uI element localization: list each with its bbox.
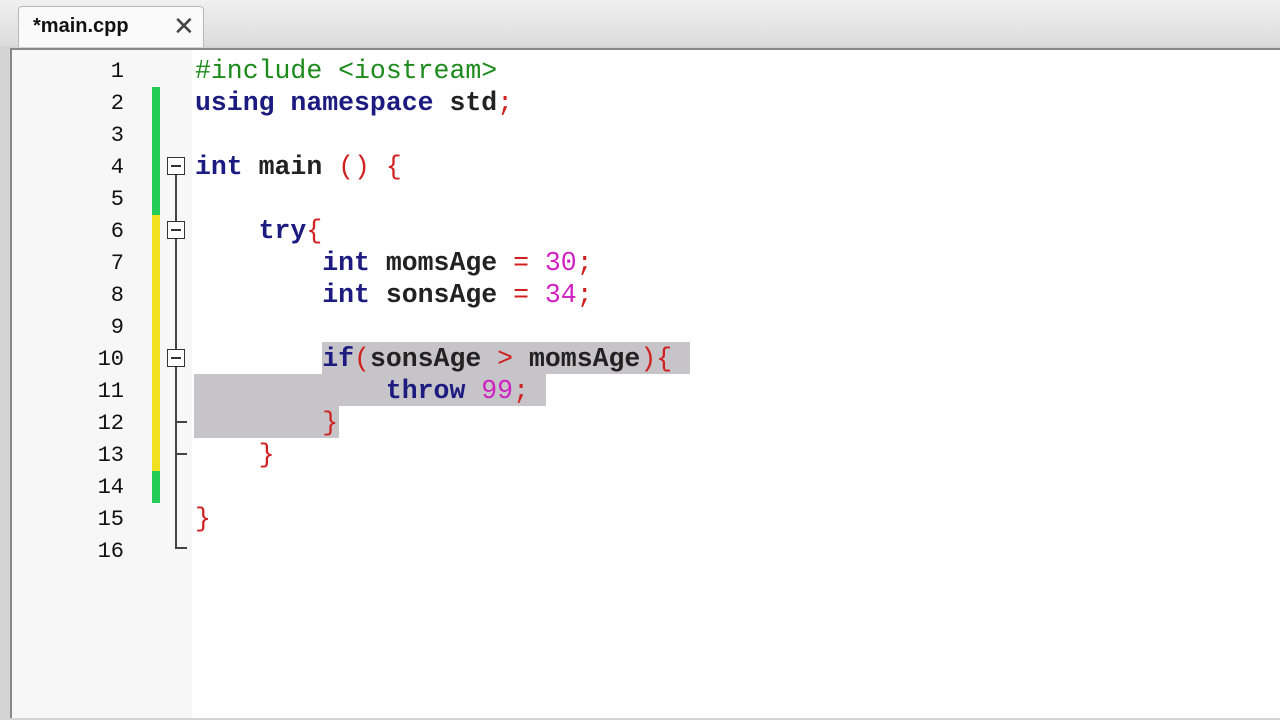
line-number: 16 [97, 539, 124, 564]
fold-toggle-icon[interactable] [167, 349, 185, 367]
code-token: #include <iostream> [195, 56, 498, 86]
code-token: ; [576, 248, 593, 278]
line-number: 9 [110, 315, 124, 340]
code-token: = [513, 248, 545, 278]
tab-bar: *main.cpp ✕ [0, 0, 1280, 47]
code-token: momsAge [528, 344, 641, 374]
line-number: 1 [110, 59, 124, 84]
code-token: ){ [640, 344, 673, 374]
line-number: 13 [97, 443, 124, 468]
tab-main-cpp[interactable]: *main.cpp ✕ [18, 6, 204, 47]
line-number: 11 [97, 379, 124, 404]
code-line[interactable]: } [195, 439, 275, 471]
code-line[interactable]: } [195, 407, 338, 439]
line-number: 15 [97, 507, 124, 532]
change-marker-added [152, 87, 160, 215]
code-line[interactable]: try{ [195, 215, 323, 247]
line-number: 2 [110, 91, 124, 116]
fold-end [175, 421, 187, 423]
line-number: 4 [110, 155, 124, 180]
code-line[interactable]: int sonsAge = 34; [195, 279, 593, 311]
tab-label: *main.cpp [33, 15, 129, 37]
line-number: 14 [97, 475, 124, 500]
code-token: () { [338, 152, 402, 182]
code-line[interactable]: throw 99; [195, 375, 529, 407]
code-token: } [195, 408, 339, 438]
code-line[interactable]: int momsAge = 30; [195, 247, 593, 279]
code-token: int [195, 152, 259, 182]
code-line[interactable]: if(sonsAge > momsAge){ [195, 343, 672, 375]
fold-toggle-icon[interactable] [167, 221, 185, 239]
code-token: momsAge [385, 248, 514, 278]
fold-toggle-icon[interactable] [167, 157, 185, 175]
code-line[interactable]: } [195, 503, 211, 535]
code-token: main [258, 152, 339, 182]
code-line[interactable]: using namespace std; [195, 87, 513, 119]
code-token: ; [497, 88, 514, 118]
line-number: 10 [97, 347, 124, 372]
code-token: throw [195, 376, 482, 406]
close-icon[interactable]: ✕ [173, 11, 195, 42]
code-editor[interactable]: 1 2 3 4 5 6 7 8 9 10 11 12 13 14 15 16 #include <iostre… [10, 48, 1280, 718]
fold-end [175, 547, 187, 549]
change-marker-modified [152, 215, 160, 471]
code-line[interactable]: int main () { [195, 151, 402, 183]
code-token: ; [576, 280, 593, 310]
fold-end [175, 453, 187, 455]
code-token: 30 [544, 248, 577, 278]
code-token: { [306, 216, 323, 246]
line-number: 12 [97, 411, 124, 436]
line-number: 3 [110, 123, 124, 148]
code-token: sonsAge [369, 344, 498, 374]
code-token: 99 [481, 376, 514, 406]
code-token: = [513, 280, 545, 310]
code-token: ; [513, 376, 529, 406]
code-token: using namespace [195, 88, 450, 118]
code-token: int [195, 248, 386, 278]
code-token: } [195, 504, 211, 534]
change-marker-added [152, 471, 160, 503]
code-token: try [195, 216, 307, 246]
gutter: 1 2 3 4 5 6 7 8 9 10 11 12 13 14 15 16 [12, 50, 192, 718]
code-token: } [195, 440, 275, 470]
line-number: 6 [110, 219, 124, 244]
line-number: 7 [110, 251, 124, 276]
line-number: 8 [110, 283, 124, 308]
code-token: ( [354, 344, 370, 374]
code-token: if [195, 344, 355, 374]
code-token: sonsAge [385, 280, 514, 310]
code-token: > [497, 344, 529, 374]
code-line[interactable]: #include <iostream> [195, 55, 497, 87]
code-token: 34 [544, 280, 577, 310]
code-token: int [195, 280, 386, 310]
line-number: 5 [110, 187, 124, 212]
code-token: std [449, 88, 498, 118]
